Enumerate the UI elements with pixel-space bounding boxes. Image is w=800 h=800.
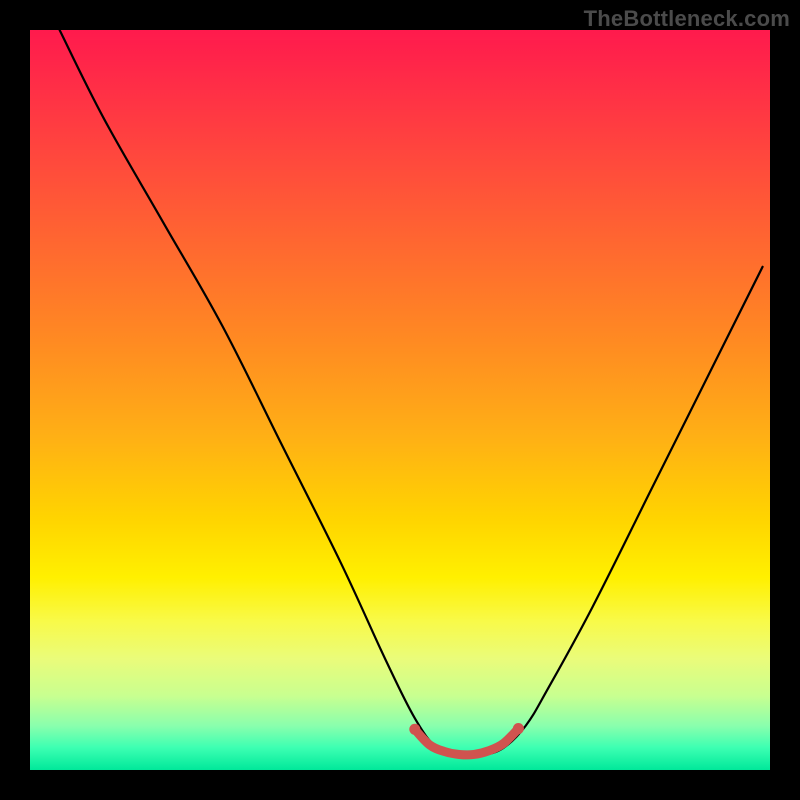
plot-area — [30, 30, 770, 770]
chart-frame: TheBottleneck.com — [0, 0, 800, 800]
curve-svg — [30, 30, 770, 770]
watermark-text: TheBottleneck.com — [584, 6, 790, 32]
optimal-range-end-dots — [409, 723, 524, 735]
bottleneck-curve-path — [60, 30, 763, 756]
optimal-range-marker-path — [415, 729, 519, 755]
marker-end-dot — [409, 724, 420, 735]
marker-end-dot — [513, 723, 524, 734]
